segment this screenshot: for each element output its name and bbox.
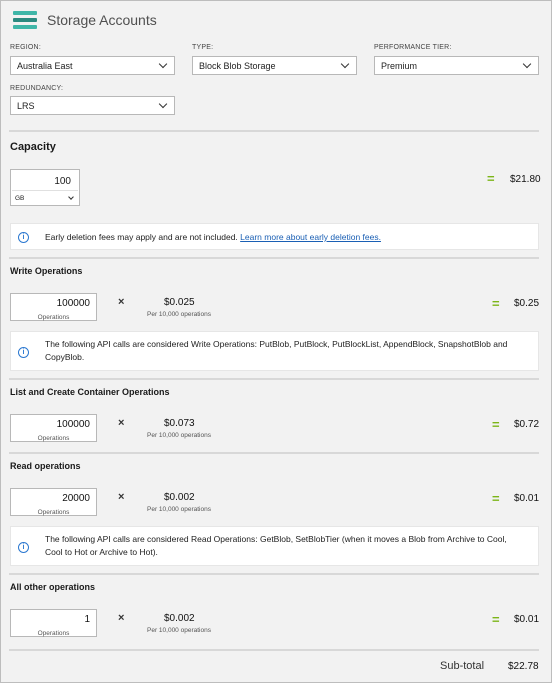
type-label: TYPE: xyxy=(192,44,214,51)
chevron-down-icon xyxy=(68,193,74,200)
equals-sign: = xyxy=(487,171,495,186)
redundancy-value: LRS xyxy=(17,100,35,111)
list-ops-title: List and Create Container Operations xyxy=(10,387,170,397)
performance-tier-select[interactable]: Premium xyxy=(374,56,539,75)
read-ops-price: $0.002 xyxy=(164,492,195,503)
other-ops-title: All other operations xyxy=(10,582,96,592)
pricing-calculator: Storage Accounts REGION: Australia East … xyxy=(0,0,552,683)
early-deletion-info: i Early deletion fees may apply and are … xyxy=(10,223,539,250)
multiply-icon: × xyxy=(118,491,125,503)
capacity-unit-select[interactable]: GB xyxy=(12,190,78,205)
read-ops-per: Per 10,000 operations xyxy=(147,506,211,513)
divider xyxy=(9,573,539,575)
equals-sign: = xyxy=(492,491,500,506)
equals-sign: = xyxy=(492,296,500,311)
multiply-icon: × xyxy=(118,296,125,308)
other-ops-unit: Operations xyxy=(37,630,70,637)
region-value: Australia East xyxy=(17,60,73,71)
read-ops-unit: Operations xyxy=(37,509,70,516)
info-text: The following API calls are considered R… xyxy=(45,534,507,558)
subtotal-label: Sub-total xyxy=(440,660,485,672)
divider xyxy=(9,257,539,259)
region-select[interactable]: Australia East xyxy=(10,56,175,75)
other-ops-per: Per 10,000 operations xyxy=(147,627,211,634)
info-text: The following API calls are considered W… xyxy=(45,339,508,363)
other-ops-input[interactable]: 1 xyxy=(84,614,90,625)
read-ops-input-group: 20000 Operations xyxy=(10,488,97,516)
chevron-down-icon xyxy=(158,59,168,69)
early-deletion-link[interactable]: Learn more about early deletion fees. xyxy=(240,232,381,242)
divider xyxy=(9,649,539,651)
capacity-input[interactable]: 100 xyxy=(54,176,71,187)
write-ops-total: $0.25 xyxy=(514,298,540,309)
equals-sign: = xyxy=(492,612,500,627)
capacity-unit-value: GB xyxy=(15,194,25,202)
info-icon: i xyxy=(18,347,29,358)
read-ops-input[interactable]: 20000 xyxy=(62,493,90,504)
redundancy-label: REDUNDANCY: xyxy=(10,85,64,92)
multiply-icon: × xyxy=(118,417,125,429)
info-icon: i xyxy=(18,232,29,243)
redundancy-select[interactable]: LRS xyxy=(10,96,175,115)
chevron-down-icon xyxy=(522,59,532,69)
list-ops-per: Per 10,000 operations xyxy=(147,432,211,439)
subtotal-value: $22.78 xyxy=(508,661,539,672)
read-ops-total: $0.01 xyxy=(514,493,540,504)
divider xyxy=(9,130,539,132)
equals-sign: = xyxy=(492,417,500,432)
info-text: Early deletion fees may apply and are no… xyxy=(45,232,381,242)
capacity-total: $21.80 xyxy=(510,174,541,185)
multiply-icon: × xyxy=(118,612,125,624)
list-ops-total: $0.72 xyxy=(514,419,540,430)
list-ops-unit: Operations xyxy=(37,435,70,442)
list-ops-input[interactable]: 100000 xyxy=(57,419,90,430)
list-ops-input-group: 100000 Operations xyxy=(10,414,97,442)
type-value: Block Blob Storage xyxy=(199,60,276,71)
page-title: Storage Accounts xyxy=(47,12,157,28)
list-ops-price: $0.073 xyxy=(164,418,195,429)
region-label: REGION: xyxy=(10,44,41,51)
write-ops-unit: Operations xyxy=(37,314,70,321)
write-ops-input[interactable]: 100000 xyxy=(57,298,90,309)
header: Storage Accounts xyxy=(13,7,157,33)
info-icon: i xyxy=(18,542,29,553)
other-ops-input-group: 1 Operations xyxy=(10,609,97,637)
capacity-input-group: 100 GB xyxy=(10,169,80,206)
capacity-title: Capacity xyxy=(10,141,56,153)
write-ops-info: i The following API calls are considered… xyxy=(10,331,539,371)
other-ops-price: $0.002 xyxy=(164,613,195,624)
write-ops-title: Write Operations xyxy=(10,266,83,276)
write-ops-price: $0.025 xyxy=(164,297,195,308)
storage-accounts-logo-icon xyxy=(13,10,37,30)
read-ops-info: i The following API calls are considered… xyxy=(10,526,539,566)
chevron-down-icon xyxy=(340,59,350,69)
type-select[interactable]: Block Blob Storage xyxy=(192,56,357,75)
chevron-down-icon xyxy=(158,99,168,109)
other-ops-total: $0.01 xyxy=(514,614,540,625)
read-ops-title: Read operations xyxy=(10,461,81,471)
write-ops-per: Per 10,000 operations xyxy=(147,311,211,318)
performance-tier-label: PERFORMANCE TIER: xyxy=(374,44,452,51)
write-ops-input-group: 100000 Operations xyxy=(10,293,97,321)
divider xyxy=(9,378,539,380)
performance-tier-value: Premium xyxy=(381,60,418,71)
divider xyxy=(9,452,539,454)
